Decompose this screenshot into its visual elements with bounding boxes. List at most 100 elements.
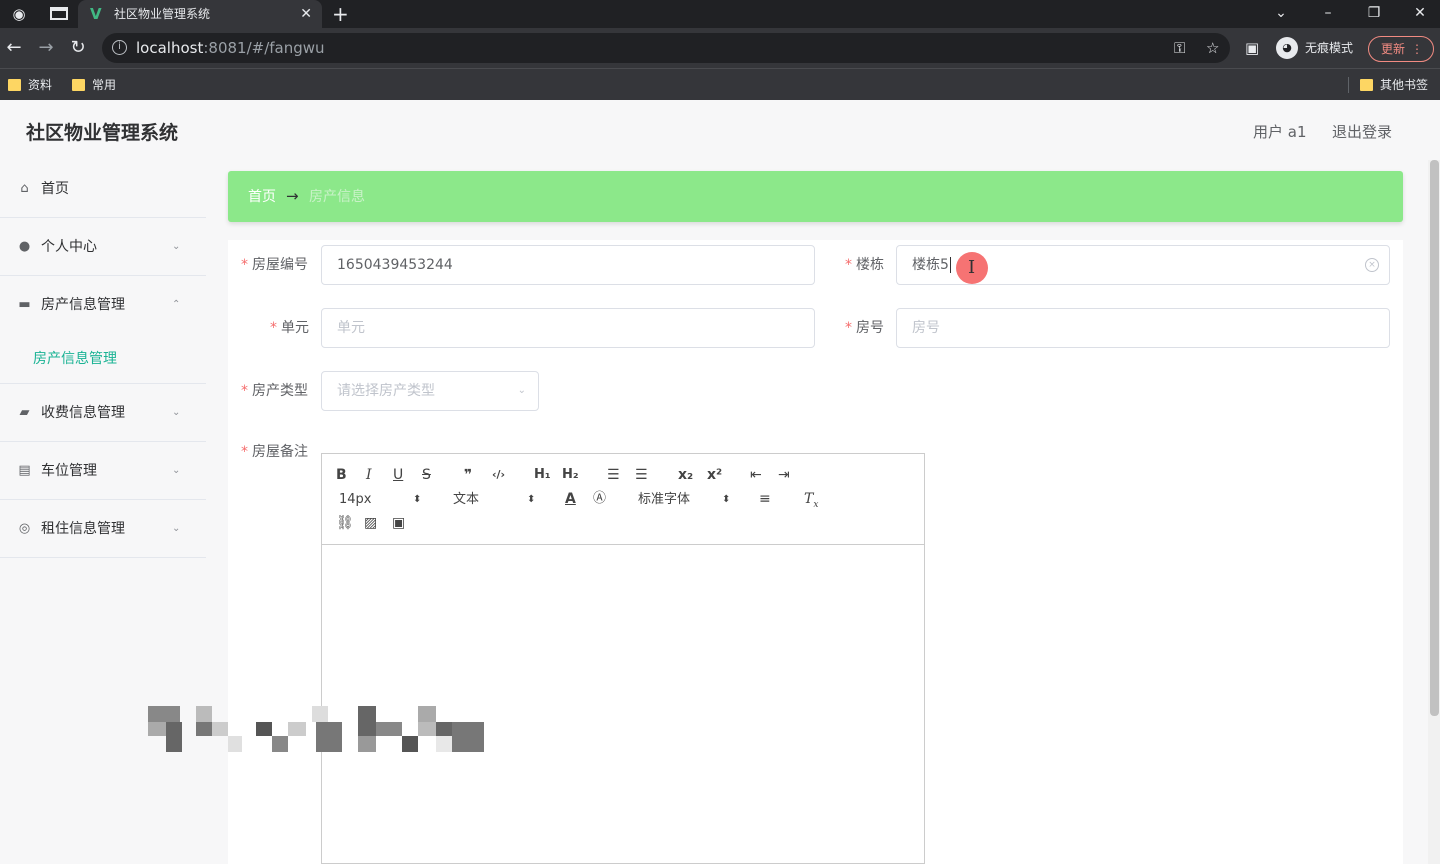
unit-input[interactable]: 单元 (321, 308, 815, 348)
bookmark-folder[interactable]: 资料 (8, 76, 52, 94)
sidebar-item-profile[interactable]: ● 个人中心 ⌄ (0, 218, 206, 276)
url-text: localhost:8081/#/fangwu (136, 39, 325, 57)
minimize-icon[interactable]: – (1317, 2, 1339, 24)
sidebar-item-rental[interactable]: ◎ 租住信息管理 ⌄ (0, 500, 206, 558)
text-color-icon[interactable]: A (565, 490, 576, 508)
notes-label: * 房屋备注 (241, 444, 308, 460)
close-window-icon[interactable]: ✕ (1409, 2, 1431, 24)
sidebar-item-label: 个人中心 (41, 239, 97, 255)
sidebar-subitem-property[interactable]: 房产信息管理 (0, 334, 206, 384)
unit-label: * 单元 (270, 320, 309, 336)
code-icon[interactable]: ‹/› (492, 466, 505, 484)
forward-icon[interactable]: → (35, 37, 57, 59)
star-icon[interactable]: ☆ (1206, 38, 1219, 58)
video-icon[interactable]: ▣ (392, 514, 405, 532)
sidebar-item-fees[interactable]: ▰ 收费信息管理 ⌄ (0, 384, 206, 442)
text-caret (949, 257, 951, 273)
restore-icon[interactable]: ❐ (1363, 2, 1385, 24)
updown-icon: ⬍ (413, 494, 422, 505)
type-select[interactable]: 请选择房产类型 ⌄ (321, 371, 539, 411)
room-input[interactable]: 房号 (896, 308, 1390, 348)
house-no-input[interactable]: 1650439453244 (321, 245, 815, 285)
monitor-icon: ▬ (18, 297, 31, 312)
editor-toolbar: B I U S ❞ ‹/› H₁ H₂ ☰ ☰ x₂ x² ⇤ ⇥ 14px ⬍… (322, 454, 924, 545)
sidebar-subitem-label: 房产信息管理 (33, 351, 117, 367)
link-icon[interactable]: ⛓ (336, 514, 354, 532)
underline-icon[interactable]: U (393, 466, 403, 484)
image-icon[interactable]: ▨ (364, 514, 377, 532)
folder-icon (72, 79, 85, 91)
chevron-up-icon: ⌃ (172, 299, 181, 310)
new-tab-button[interactable]: + (332, 1, 349, 27)
tab-close-icon[interactable]: ✕ (300, 4, 312, 24)
clear-icon[interactable]: × (1365, 258, 1379, 272)
bookmarks-bar: 资料 常用 其他书签 (0, 68, 1440, 100)
address-toolbar: ← → ↻ i localhost:8081/#/fangwu ⚿ ☆ ▣ ◕ … (0, 28, 1440, 68)
globe-icon[interactable]: ◉ (10, 5, 28, 23)
pixelated-watermark (148, 706, 486, 752)
house-no-label: * 房屋编号 (241, 257, 308, 273)
header2-icon[interactable]: H₂ (562, 466, 579, 484)
superscript-icon[interactable]: x² (707, 466, 722, 484)
browser-tab-bar: ◉ V 社区物业管理系统 ✕ + ⌄ – ❐ ✕ (0, 0, 1440, 28)
bookmark-folder[interactable]: 常用 (72, 76, 116, 94)
bookmark-label: 其他书签 (1380, 78, 1429, 92)
menu-dots-icon: ⋮ (1411, 42, 1423, 56)
arrow-right-icon: → (286, 187, 299, 205)
sidebar-item-label: 车位管理 (41, 463, 97, 479)
subscript-icon[interactable]: x₂ (678, 466, 693, 484)
sidebar-item-home[interactable]: ⌂ 首页 (0, 160, 206, 218)
home-icon: ⌂ (20, 181, 29, 196)
logout-link[interactable]: 退出登录 (1332, 121, 1392, 143)
scrollbar-thumb[interactable] (1430, 160, 1439, 716)
window-icon[interactable] (50, 7, 68, 20)
url-input[interactable]: i localhost:8081/#/fangwu ⚿ ☆ (102, 33, 1230, 63)
reload-icon[interactable]: ↻ (67, 37, 89, 59)
ordered-list-icon[interactable]: ☰ (607, 466, 620, 484)
indent-icon[interactable]: ⇥ (778, 466, 790, 484)
italic-icon[interactable]: I (366, 466, 372, 484)
type-label: * 房产类型 (241, 383, 308, 399)
update-label: 更新 (1381, 42, 1406, 56)
circle-icon: ◎ (18, 521, 31, 536)
update-button[interactable]: 更新 ⋮ (1368, 36, 1434, 62)
breadcrumb-home[interactable]: 首页 (248, 188, 276, 206)
sidebar-item-property[interactable]: ▬ 房产信息管理 ⌃ (0, 276, 206, 334)
header1-icon[interactable]: H₁ (534, 466, 551, 484)
blockquote-icon[interactable]: ❞ (464, 466, 472, 484)
outdent-icon[interactable]: ⇤ (750, 466, 762, 484)
bookmark-divider (1348, 77, 1349, 93)
background-color-icon[interactable]: Ⓐ (593, 490, 606, 508)
info-icon[interactable]: i (112, 40, 127, 55)
header-select[interactable]: 文本 ⬍ (453, 491, 539, 509)
other-bookmarks[interactable]: 其他书签 (1360, 76, 1428, 94)
updown-icon: ⬍ (527, 494, 536, 505)
bullet-list-icon[interactable]: ☰ (635, 466, 648, 484)
updown-icon: ⬍ (722, 494, 731, 505)
chevron-down-icon: ⌄ (172, 407, 181, 418)
sidebar-item-label: 收费信息管理 (41, 405, 125, 421)
bookmark-label: 资料 (28, 78, 53, 92)
text-cursor-icon: I (968, 257, 976, 278)
breadcrumb-current: 房产信息 (309, 189, 365, 205)
incognito-icon[interactable]: ◕ (1276, 37, 1298, 59)
sidebar-item-parking[interactable]: ▤ 车位管理 ⌄ (0, 442, 206, 500)
browser-tab[interactable]: V 社区物业管理系统 ✕ (78, 0, 322, 28)
back-icon[interactable]: ← (3, 37, 25, 59)
clear-format-icon[interactable]: Tx (804, 490, 818, 514)
font-family-select[interactable]: 标准字体 ⬍ (638, 491, 734, 509)
bold-icon[interactable]: B (336, 466, 347, 484)
user-icon: ● (18, 239, 31, 254)
font-size-select[interactable]: 14px ⬍ (339, 491, 425, 509)
chevron-down-icon: ⌄ (172, 241, 181, 252)
tab-search-icon[interactable]: ⌄ (1270, 2, 1292, 24)
briefcase-icon: ▰ (19, 405, 30, 420)
strike-icon[interactable]: S (422, 466, 431, 484)
app-title: 社区物业管理系统 (26, 122, 179, 144)
chevron-down-icon: ⌄ (517, 385, 526, 396)
sidepanel-icon[interactable]: ▣ (1245, 37, 1259, 59)
clipboard-icon: ▤ (18, 463, 31, 478)
key-icon[interactable]: ⚿ (1174, 38, 1185, 58)
type-select-placeholder: 请选择房产类型 (337, 383, 435, 399)
align-icon[interactable]: ≡ (759, 490, 771, 508)
